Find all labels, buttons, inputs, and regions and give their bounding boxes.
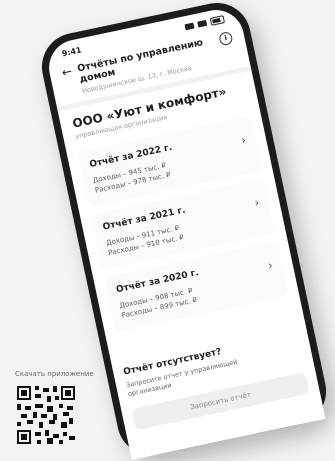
download-app-label: Скачать приложение bbox=[15, 370, 94, 378]
arrow-left-icon[interactable]: ← bbox=[60, 64, 73, 80]
info-icon[interactable]: i bbox=[218, 30, 234, 47]
missing-report-block: Отчёт отсутствует? Запросите отчет у упр… bbox=[123, 331, 310, 431]
status-time: 9:41 bbox=[60, 45, 83, 58]
qr-code-icon[interactable] bbox=[17, 386, 75, 444]
wifi-icon bbox=[197, 19, 208, 28]
battery-icon bbox=[209, 15, 226, 26]
signal-icon bbox=[184, 22, 195, 31]
phone-mockup: 9:41 ← Отчёты по управлению домом Новоду… bbox=[35, 0, 333, 461]
phone-screen: 9:41 ← Отчёты по управлению домом Новоду… bbox=[43, 4, 326, 460]
